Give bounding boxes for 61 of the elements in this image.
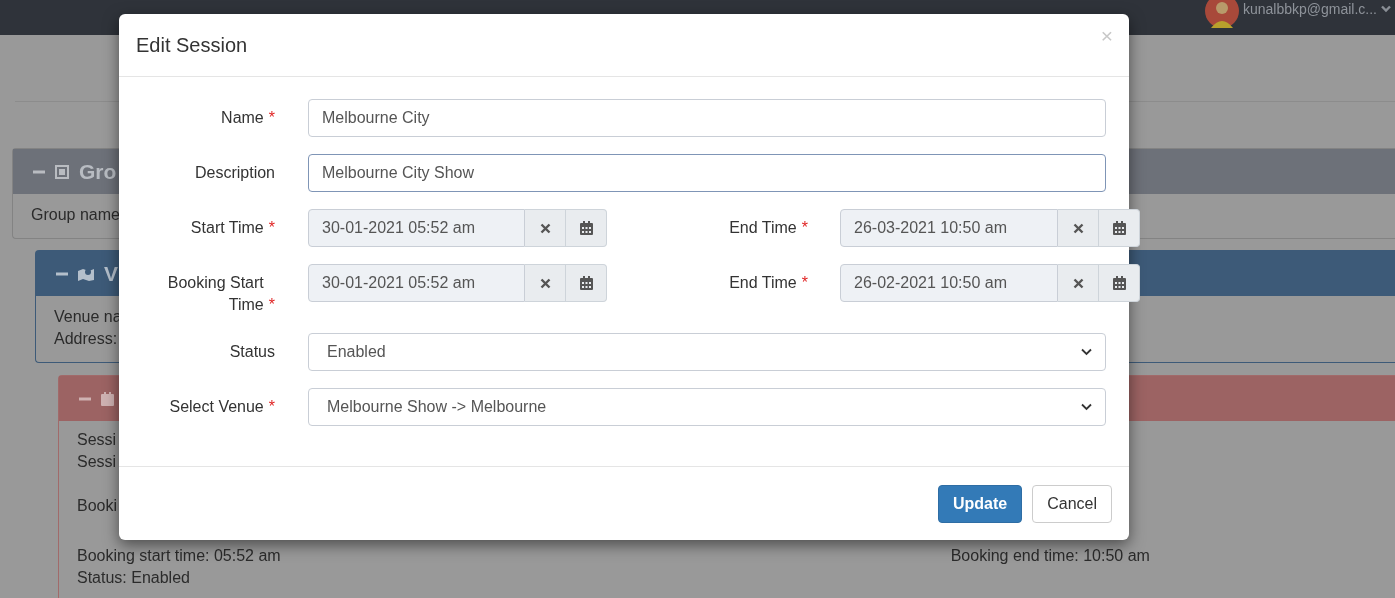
required-asterisk: * — [268, 109, 275, 126]
field-label: Select Venue — [169, 398, 264, 415]
calendar-icon — [1112, 221, 1126, 235]
field-label: End Time — [729, 274, 797, 291]
calendar-icon — [579, 276, 593, 290]
required-asterisk: * — [801, 274, 808, 291]
caret-icon — [1081, 403, 1092, 411]
calendar-icon — [579, 221, 593, 235]
panel-text: Booking start time: 05:52 am — [77, 546, 281, 566]
required-asterisk: * — [268, 218, 275, 238]
field-label: Booking Start Time — [166, 273, 264, 315]
calendar-button[interactable] — [1099, 264, 1140, 302]
dialog-title: Edit Session — [136, 33, 248, 57]
field-label: Name — [221, 109, 264, 126]
clear-button[interactable] — [1058, 209, 1099, 247]
cancel-button[interactable]: Cancel — [1032, 484, 1112, 523]
clear-button[interactable] — [525, 264, 566, 302]
caret-icon — [1081, 348, 1092, 356]
user-email[interactable]: kunalbbkp@gmail.c... — [1242, 0, 1377, 18]
datetime-field[interactable]: 26-03-2021 10:50 am — [840, 209, 1058, 247]
datetime-field[interactable]: 30-01-2021 05:52 am — [308, 264, 525, 302]
update-button[interactable]: Update — [937, 484, 1023, 523]
calendar-icon — [1112, 276, 1126, 290]
panel-text: Booki — [77, 496, 118, 516]
required-asterisk: * — [801, 219, 808, 236]
panel-text: Address: — [54, 329, 118, 349]
map-marker-icon — [78, 266, 94, 281]
panel-title: Gro — [79, 159, 117, 184]
field-label: Description — [194, 164, 275, 181]
panel-title: V — [104, 261, 118, 286]
panel-text: Booking end time: 10:50 am — [950, 546, 1150, 566]
panel-text: Sessi — [77, 452, 117, 472]
panel-text: Status: Enabled — [77, 568, 190, 588]
field-label: Start Time — [190, 218, 264, 238]
panel-text: Group name — [31, 205, 120, 225]
calendar-button[interactable] — [566, 264, 607, 302]
calendar-button[interactable] — [566, 209, 607, 247]
required-asterisk: * — [268, 295, 275, 315]
calendar-button[interactable] — [1099, 209, 1140, 247]
clear-icon — [539, 277, 551, 289]
required-asterisk: * — [268, 398, 275, 415]
field-label: End Time — [729, 219, 797, 236]
avatar-icon[interactable] — [1204, 0, 1239, 28]
collapse-icon[interactable] — [33, 169, 45, 174]
collapse-icon[interactable] — [56, 271, 68, 276]
datetime-field[interactable]: 26-02-2021 10:50 am — [840, 264, 1058, 302]
text-field[interactable]: Melbourne City Show — [308, 154, 1106, 192]
chevron-down-icon[interactable] — [1381, 5, 1391, 13]
select-field[interactable]: Enabled — [308, 333, 1106, 371]
clear-button[interactable] — [525, 209, 566, 247]
clear-icon — [1072, 277, 1084, 289]
clear-icon — [1072, 222, 1084, 234]
clear-icon — [539, 222, 551, 234]
panel-text: Sessi — [77, 430, 117, 450]
calendar-icon — [101, 391, 114, 406]
group-icon — [55, 164, 69, 179]
clear-button[interactable] — [1058, 264, 1099, 302]
field-label: Status — [229, 343, 275, 360]
select-field[interactable]: Melbourne Show -> Melbourne — [308, 388, 1106, 426]
datetime-field[interactable]: 30-01-2021 05:52 am — [308, 209, 525, 247]
text-field[interactable]: Melbourne City — [308, 99, 1106, 137]
